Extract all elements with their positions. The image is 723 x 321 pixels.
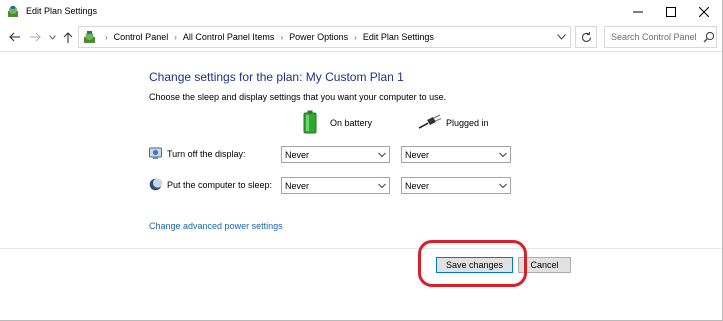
page-description: Choose the sleep and display settings th… <box>149 92 447 102</box>
back-button[interactable] <box>6 29 22 45</box>
select-value: Never <box>285 150 310 160</box>
chevron-down-icon <box>378 183 386 189</box>
sleep-timeout-plugged-in-select[interactable]: Never <box>401 177 511 194</box>
chevron-down-icon <box>48 34 56 40</box>
breadcrumb-separator-icon[interactable]: › <box>354 33 357 42</box>
breadcrumb-power-options[interactable]: Power Options <box>289 32 348 42</box>
arrow-up-icon <box>63 31 73 43</box>
close-button[interactable] <box>688 0 720 24</box>
minimize-button[interactable] <box>622 0 654 24</box>
close-icon <box>699 7 709 17</box>
maximize-button[interactable] <box>655 0 687 24</box>
breadcrumb-all-items[interactable]: All Control Panel Items <box>183 32 275 42</box>
select-value: Never <box>285 181 310 191</box>
chevron-down-icon <box>499 152 507 158</box>
search-icon <box>703 31 715 43</box>
page-title: Change settings for the plan: My Custom … <box>149 70 404 84</box>
battery-icon <box>303 110 317 134</box>
navigation-bar: › Control Panel › All Control Panel Item… <box>0 24 723 51</box>
power-options-icon <box>8 6 18 17</box>
display-timeout-on-battery-select[interactable]: Never <box>281 146 390 163</box>
arrow-left-icon <box>8 32 20 42</box>
up-button[interactable] <box>60 29 76 45</box>
cancel-button[interactable]: Cancel <box>518 257 571 273</box>
window-title: Edit Plan Settings <box>26 6 98 16</box>
arrow-right-icon <box>29 32 41 42</box>
select-value: Never <box>405 150 430 160</box>
refresh-button[interactable] <box>575 26 597 48</box>
title-bar: Edit Plan Settings <box>0 0 723 24</box>
chevron-down-icon <box>378 152 386 158</box>
toolbar-divider <box>0 51 723 52</box>
chevron-down-icon <box>499 183 507 189</box>
footer-divider <box>0 248 723 249</box>
sleep-moon-icon <box>149 178 162 191</box>
breadcrumb-separator-icon[interactable]: › <box>280 33 283 42</box>
minimize-icon <box>633 11 643 13</box>
column-label-on-battery: On battery <box>330 118 373 128</box>
address-history-button[interactable] <box>555 31 567 43</box>
search-input[interactable]: Search Control Panel <box>611 32 697 42</box>
display-icon <box>149 147 162 159</box>
column-label-plugged-in: Plugged in <box>446 118 489 128</box>
display-timeout-plugged-in-select[interactable]: Never <box>401 146 511 163</box>
maximize-icon <box>666 7 676 17</box>
recent-locations-button[interactable] <box>44 29 60 45</box>
display-timeout-label: Turn off the display: <box>167 149 246 159</box>
address-bar[interactable]: › Control Panel › All Control Panel Item… <box>78 26 571 48</box>
chevron-down-icon <box>556 34 566 40</box>
search-box[interactable]: Search Control Panel <box>604 26 717 48</box>
refresh-icon <box>581 31 591 42</box>
breadcrumb-control-panel[interactable]: Control Panel <box>114 32 169 42</box>
breadcrumb-edit-plan-settings[interactable]: Edit Plan Settings <box>363 32 434 42</box>
sleep-timeout-on-battery-select[interactable]: Never <box>281 177 390 194</box>
select-value: Never <box>405 181 430 191</box>
power-plug-icon <box>418 114 442 129</box>
sleep-timeout-label: Put the computer to sleep: <box>167 180 273 190</box>
control-panel-icon <box>84 31 95 43</box>
breadcrumb-separator-icon[interactable]: › <box>174 33 177 42</box>
breadcrumb: › Control Panel › All Control Panel Item… <box>99 32 434 42</box>
breadcrumb-separator-icon: › <box>105 32 108 42</box>
forward-button[interactable] <box>27 29 43 45</box>
advanced-power-settings-link[interactable]: Change advanced power settings <box>149 221 283 231</box>
save-changes-button[interactable]: Save changes <box>436 257 513 273</box>
